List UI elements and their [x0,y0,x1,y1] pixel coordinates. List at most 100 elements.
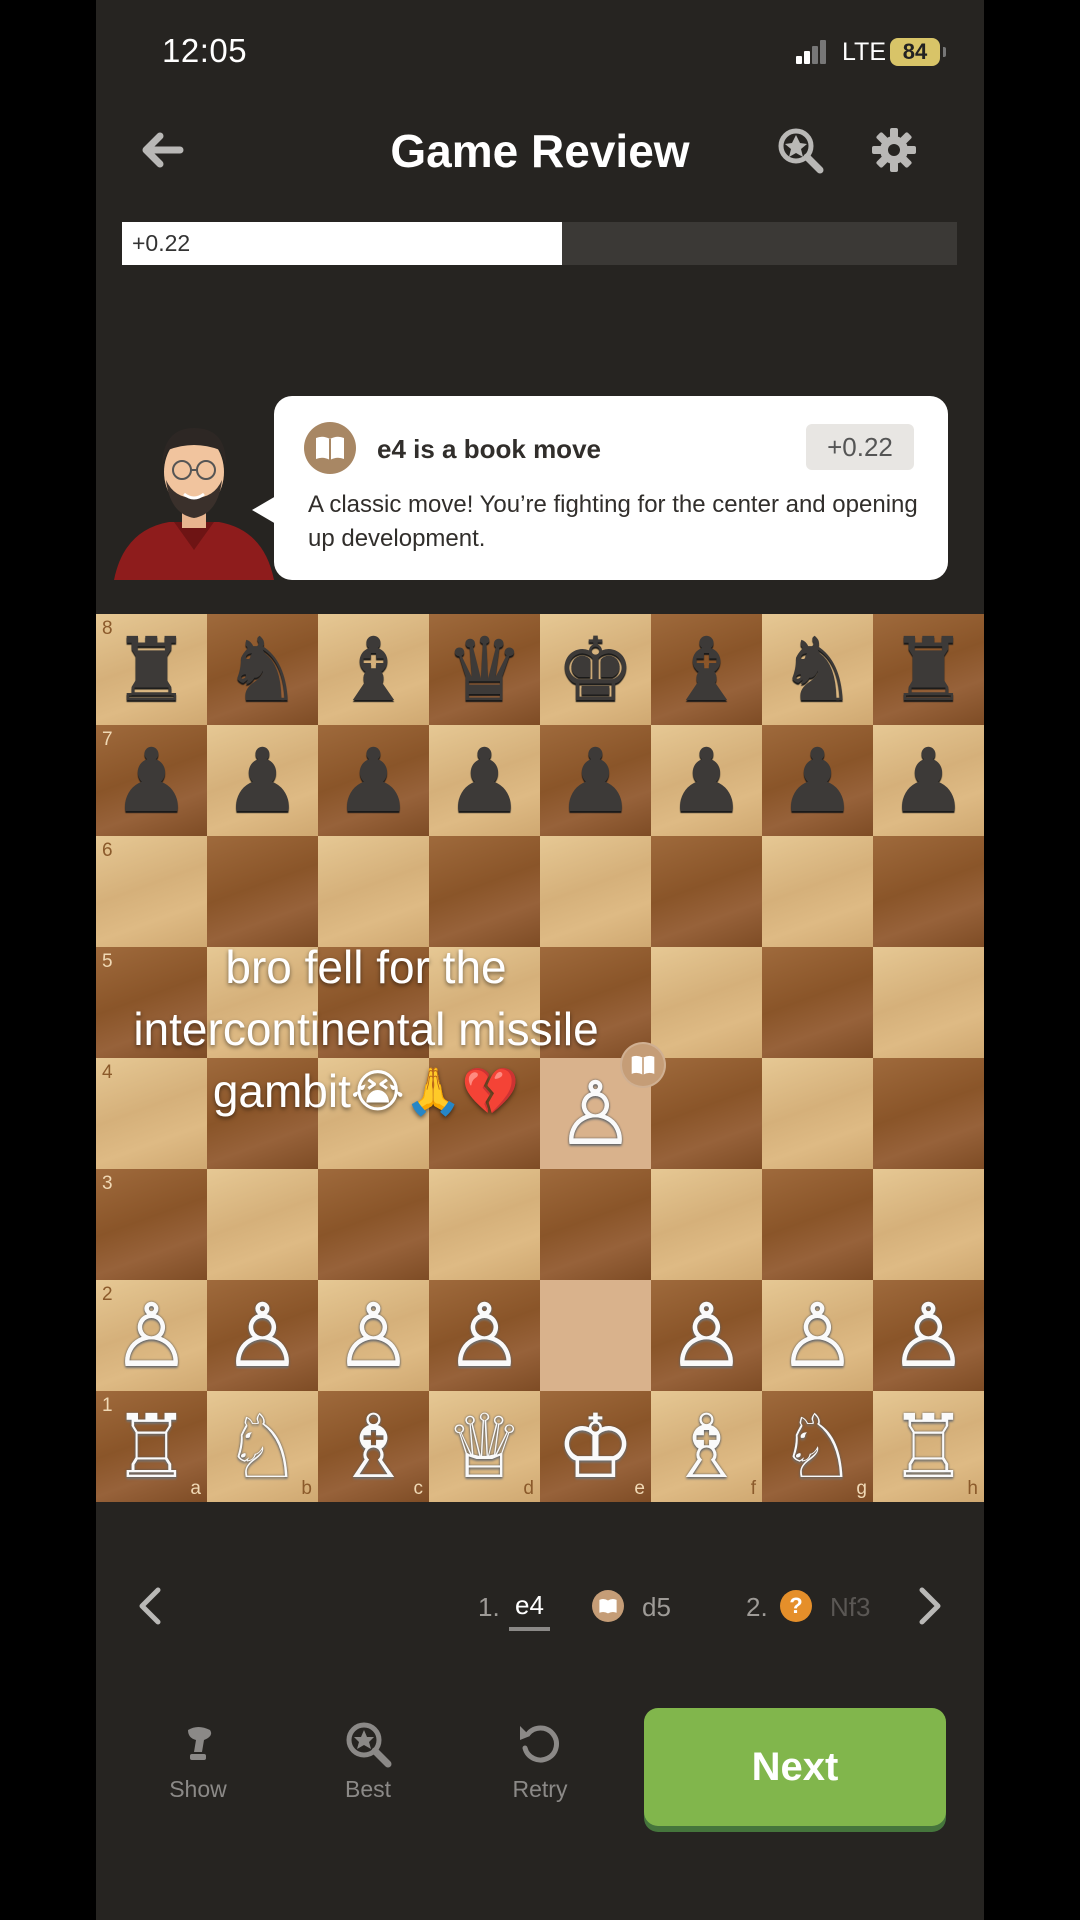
square-e1[interactable]: e ♔ [540,1391,651,1502]
square-a1[interactable]: 1 a ♖ [96,1391,207,1502]
square-g6[interactable] [762,836,873,947]
square-g4[interactable] [762,1058,873,1169]
square-c1[interactable]: c ♗ [318,1391,429,1502]
white-piece[interactable]: ♖ [96,1391,207,1502]
square-d6[interactable] [429,836,540,947]
square-d7[interactable]: ♟ [429,725,540,836]
black-piece[interactable]: ♛ [429,614,540,725]
square-g3[interactable] [762,1169,873,1280]
square-f3[interactable] [651,1169,762,1280]
move-number: 2. [746,1592,768,1622]
square-c6[interactable] [318,836,429,947]
previous-move-button[interactable] [132,1584,168,1628]
square-c7[interactable]: ♟ [318,725,429,836]
black-piece[interactable]: ♟ [429,725,540,836]
square-f7[interactable]: ♟ [651,725,762,836]
square-e6[interactable] [540,836,651,947]
square-c8[interactable]: ♝ [318,614,429,725]
black-piece[interactable]: ♜ [96,614,207,725]
square-b7[interactable]: ♟ [207,725,318,836]
square-g7[interactable]: ♟ [762,725,873,836]
white-piece[interactable]: ♗ [318,1391,429,1502]
black-piece[interactable]: ♟ [318,725,429,836]
best-button[interactable]: Best [308,1720,428,1803]
square-f6[interactable] [651,836,762,947]
square-b3[interactable] [207,1169,318,1280]
square-g5[interactable] [762,947,873,1058]
black-piece[interactable]: ♚ [540,614,651,725]
square-e8[interactable]: ♚ [540,614,651,725]
next-move-button[interactable] [912,1584,948,1628]
square-d2[interactable]: ♙ [429,1280,540,1391]
square-h4[interactable] [873,1058,984,1169]
black-piece[interactable]: ♞ [207,614,318,725]
square-d1[interactable]: d ♕ [429,1391,540,1502]
black-piece[interactable]: ♟ [540,725,651,836]
square-a3[interactable]: 3 [96,1169,207,1280]
white-piece[interactable]: ♙ [96,1280,207,1391]
square-g2[interactable]: ♙ [762,1280,873,1391]
square-e7[interactable]: ♟ [540,725,651,836]
square-e2[interactable] [540,1280,651,1391]
white-piece[interactable]: ♖ [873,1391,984,1502]
analysis-button[interactable] [776,126,824,174]
square-a7[interactable]: 7 ♟ [96,725,207,836]
square-b2[interactable]: ♙ [207,1280,318,1391]
black-piece[interactable]: ♟ [207,725,318,836]
square-h5[interactable] [873,947,984,1058]
retry-icon [520,1725,559,1763]
square-b1[interactable]: b ♘ [207,1391,318,1502]
best-magnifier-icon [346,1722,392,1768]
settings-button[interactable] [870,126,918,174]
move-item-nf3[interactable]: Nf3 [830,1592,870,1623]
white-piece[interactable]: ♘ [762,1391,873,1502]
white-piece[interactable]: ♙ [873,1280,984,1391]
white-piece[interactable]: ♔ [540,1391,651,1502]
square-a2[interactable]: 2 ♙ [96,1280,207,1391]
black-piece[interactable]: ♟ [873,725,984,836]
square-h8[interactable]: ♜ [873,614,984,725]
square-e3[interactable] [540,1169,651,1280]
show-button[interactable]: Show [138,1720,258,1803]
square-g1[interactable]: g ♘ [762,1391,873,1502]
white-piece[interactable]: ♙ [651,1280,762,1391]
white-piece[interactable]: ♙ [318,1280,429,1391]
black-piece[interactable]: ♟ [651,725,762,836]
move-item-d5[interactable]: d5 [642,1592,671,1623]
white-piece[interactable]: ♗ [651,1391,762,1502]
white-piece[interactable]: ♙ [429,1280,540,1391]
square-h1[interactable]: h ♖ [873,1391,984,1502]
chevron-left-icon [139,1587,161,1625]
square-h3[interactable] [873,1169,984,1280]
black-piece[interactable]: ♝ [651,614,762,725]
white-piece[interactable]: ♙ [207,1280,318,1391]
black-piece[interactable]: ♞ [762,614,873,725]
square-f4[interactable] [651,1058,762,1169]
square-g8[interactable]: ♞ [762,614,873,725]
square-h2[interactable]: ♙ [873,1280,984,1391]
square-a8[interactable]: 8 ♜ [96,614,207,725]
black-piece[interactable]: ♟ [96,725,207,836]
square-h7[interactable]: ♟ [873,725,984,836]
square-d8[interactable]: ♛ [429,614,540,725]
square-f1[interactable]: f ♗ [651,1391,762,1502]
next-button[interactable]: Next [644,1708,946,1826]
square-c3[interactable] [318,1169,429,1280]
square-f5[interactable] [651,947,762,1058]
square-b6[interactable] [207,836,318,947]
square-h6[interactable] [873,836,984,947]
square-f8[interactable]: ♝ [651,614,762,725]
black-piece[interactable]: ♝ [318,614,429,725]
white-piece[interactable]: ♙ [762,1280,873,1391]
square-a6[interactable]: 6 [96,836,207,947]
square-d3[interactable] [429,1169,540,1280]
retry-button[interactable]: Retry [480,1720,600,1803]
move-item-e4[interactable]: e4 [509,1590,550,1631]
square-c2[interactable]: ♙ [318,1280,429,1391]
white-piece[interactable]: ♘ [207,1391,318,1502]
square-f2[interactable]: ♙ [651,1280,762,1391]
white-piece[interactable]: ♕ [429,1391,540,1502]
black-piece[interactable]: ♟ [762,725,873,836]
square-b8[interactable]: ♞ [207,614,318,725]
black-piece[interactable]: ♜ [873,614,984,725]
